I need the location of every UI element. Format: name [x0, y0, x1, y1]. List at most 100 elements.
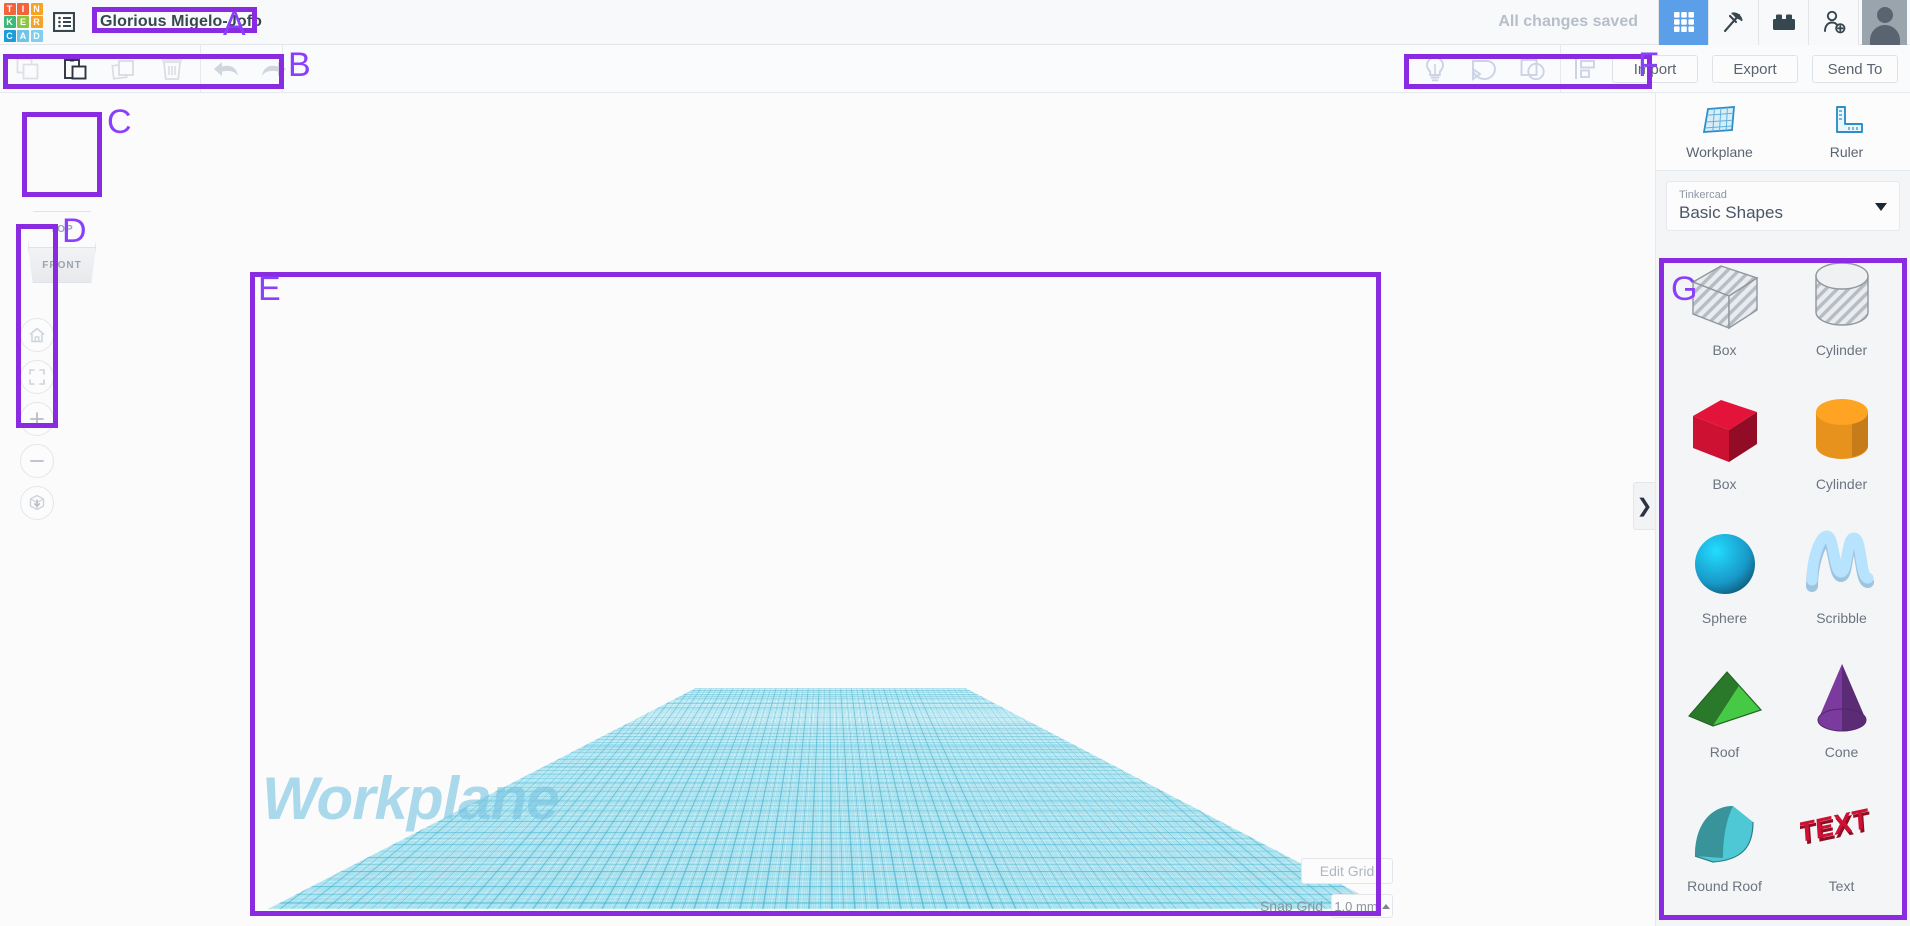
snap-grid-row: Snap Grid 1.0 mm — [1260, 894, 1393, 918]
shape-item-round-roof[interactable]: Round Roof — [1666, 775, 1783, 909]
shape-list: Box Cylinder Box Cylinder Sphere Scribble Roof… — [1666, 239, 1900, 911]
logo-letter: D — [30, 29, 43, 42]
perspective-toggle-button[interactable] — [20, 486, 54, 520]
design-list-menu-button[interactable] — [46, 0, 82, 45]
shape-item-label: Text — [1828, 878, 1855, 894]
shape-item-cylinder[interactable]: Cylinder — [1783, 373, 1900, 507]
shape-item-sphere[interactable]: Sphere — [1666, 507, 1783, 641]
redo-arrow-icon — [262, 62, 286, 76]
round-roof-thumbnail-icon — [1683, 790, 1767, 874]
shape-item-label: Cone — [1824, 744, 1859, 760]
logo-letter: N — [30, 2, 43, 15]
shape-item-label: Round Roof — [1687, 878, 1762, 894]
workplane-tool-label: Workplane — [1686, 143, 1753, 160]
fit-all-button[interactable] — [20, 360, 54, 394]
blocks-grid-icon — [1673, 12, 1694, 32]
fit-brackets-icon — [29, 369, 45, 385]
paste-button[interactable] — [52, 47, 100, 91]
logo-letter: C — [3, 29, 16, 42]
undo-button[interactable] — [202, 47, 250, 91]
trash-icon — [162, 59, 182, 80]
workplane-canvas[interactable]: Workplane TOP FRONT Edit Grid Snap Grid … — [0, 93, 1655, 926]
save-status: All changes saved — [1498, 13, 1638, 30]
edit-grid-button[interactable]: Edit Grid — [1301, 858, 1393, 884]
shape-item-box[interactable]: Box — [1666, 373, 1783, 507]
list-menu-icon — [53, 12, 75, 32]
duplicate-button[interactable] — [100, 47, 148, 91]
cylinder-thumbnail-icon — [1800, 388, 1884, 472]
shape-item-label: Scribble — [1816, 610, 1867, 626]
delete-button[interactable] — [148, 47, 196, 91]
workplane-tool[interactable]: Workplane — [1656, 93, 1783, 171]
undo-arrow-icon — [214, 62, 238, 76]
zoom-out-button[interactable] — [20, 444, 54, 478]
shape-item-roof[interactable]: Roof — [1666, 641, 1783, 775]
lego-brick-button[interactable] — [1758, 0, 1808, 45]
ruler-tool-label: Ruler — [1829, 143, 1864, 160]
tinkercad-logo[interactable]: TIN KER CAD — [0, 0, 46, 45]
blocks-grid-button[interactable] — [1658, 0, 1708, 45]
design-title[interactable]: Glorious Migelo-Jofo — [96, 11, 266, 33]
ungroup-button[interactable] — [1508, 47, 1557, 91]
top-bar: TIN KER CAD Glorious Migelo-Jofo All chang… — [0, 0, 1910, 45]
zoom-in-button[interactable] — [20, 402, 54, 436]
chevron-down-icon — [1875, 203, 1887, 211]
snap-grid-value: 1.0 mm — [1334, 898, 1378, 914]
shape-item-box-hole[interactable]: Box — [1666, 239, 1783, 373]
workplane-grid — [268, 689, 1388, 909]
edit-toolbar-left-group — [4, 45, 298, 93]
shape-item-cylinder-hole[interactable]: Cylinder — [1783, 239, 1900, 373]
library-name-label: Basic Shapes — [1679, 203, 1783, 222]
redo-button[interactable] — [250, 47, 298, 91]
logo-letter: E — [17, 16, 29, 28]
roof-thumbnail-icon — [1683, 656, 1767, 740]
top-bar-right: All changes saved — [1498, 0, 1910, 45]
shape-item-scribble[interactable]: Scribble — [1783, 507, 1900, 641]
shape-item-label: Box — [1712, 342, 1737, 358]
codeblocks-button[interactable] — [1708, 0, 1758, 45]
lego-brick-icon — [1772, 14, 1795, 30]
view-cube-front-face[interactable]: FRONT — [28, 247, 96, 283]
ruler-icon — [1835, 105, 1863, 133]
text-thumbnail-icon: TEXT TEXT — [1800, 790, 1884, 874]
invite-person-button[interactable] — [1808, 0, 1858, 45]
add-person-icon — [1823, 10, 1845, 34]
plus-icon — [30, 412, 44, 426]
logo-letter: I — [17, 2, 29, 15]
export-button[interactable]: Export — [1712, 55, 1798, 83]
sphere-thumbnail-icon — [1683, 522, 1767, 606]
shape-item-cone[interactable]: Cone — [1783, 641, 1900, 775]
home-icon — [29, 327, 45, 343]
copy-button[interactable] — [4, 47, 52, 91]
workplane-3d[interactable] — [268, 291, 1388, 909]
view-cube[interactable]: TOP FRONT — [28, 211, 96, 283]
snap-grid-select[interactable]: 1.0 mm — [1331, 894, 1393, 918]
view-cube-top-face[interactable]: TOP — [28, 211, 96, 247]
home-view-button[interactable] — [20, 318, 54, 352]
shape-item-label: Cylinder — [1815, 476, 1868, 492]
library-group-label: Tinkercad — [1679, 189, 1727, 201]
edit-toolbar: Import Export Send To — [0, 45, 1910, 93]
logo-letter: A — [17, 29, 29, 42]
group-button[interactable] — [1459, 47, 1508, 91]
ungroup-shape-icon — [1520, 59, 1545, 81]
box-hole-thumbnail-icon — [1683, 254, 1767, 338]
ruler-tool[interactable]: Ruler — [1783, 93, 1910, 171]
import-button[interactable]: Import — [1612, 55, 1698, 83]
codeblocks-pickaxe-icon — [1723, 12, 1743, 33]
align-button[interactable] — [1560, 47, 1609, 91]
hint-button[interactable] — [1410, 47, 1459, 91]
file-actions-group: Import Export Send To — [1612, 45, 1898, 93]
grid-controls: Edit Grid Snap Grid 1.0 mm — [1260, 858, 1393, 918]
cube-arrow-icon — [29, 494, 45, 511]
collapse-panel-button[interactable]: ❯ — [1633, 482, 1655, 530]
group-shape-icon — [1471, 60, 1496, 81]
workplane-grid-icon — [1702, 105, 1735, 133]
shape-item-text[interactable]: TEXT TEXT Text — [1783, 775, 1900, 909]
send-to-button[interactable]: Send To — [1812, 55, 1898, 83]
user-menu-button[interactable] — [1858, 0, 1910, 45]
copy-icon — [16, 57, 39, 80]
snap-grid-label: Snap Grid — [1259, 898, 1323, 914]
shape-library-select[interactable]: Tinkercad Basic Shapes — [1666, 181, 1900, 231]
minus-icon — [30, 460, 44, 462]
